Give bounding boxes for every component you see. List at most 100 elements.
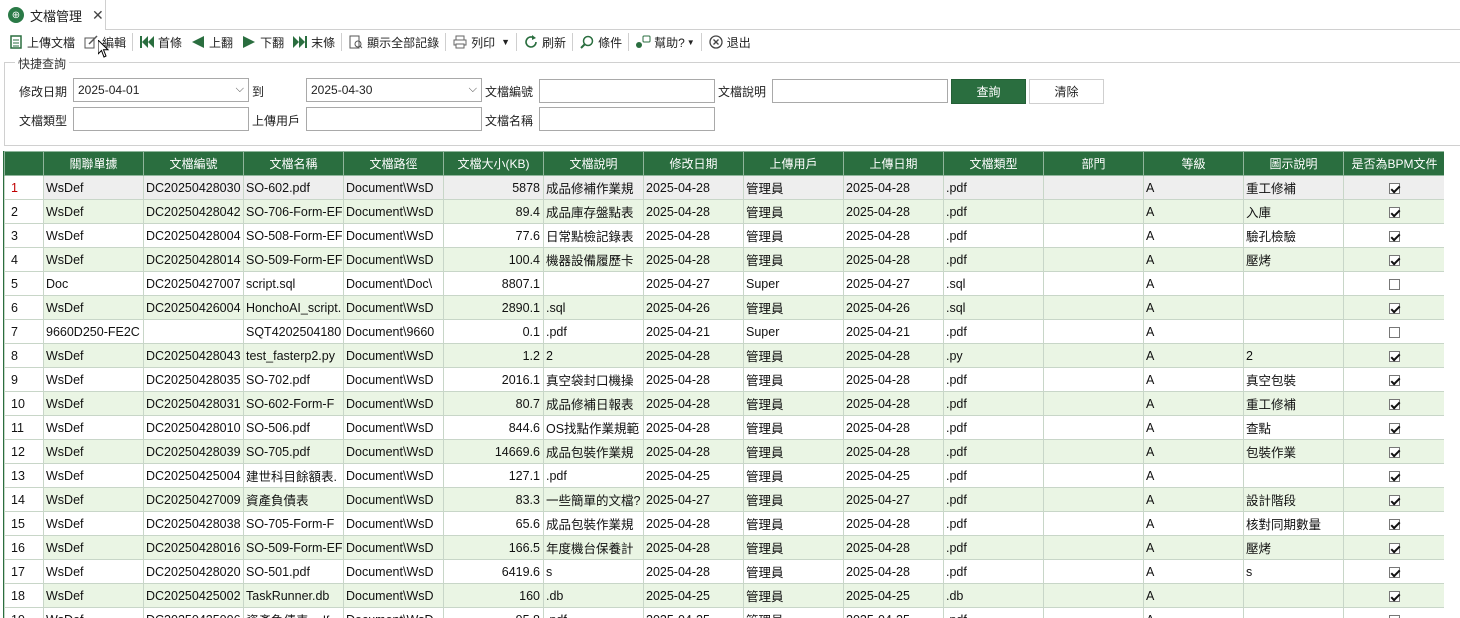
checkbox[interactable] (1389, 326, 1400, 338)
date-to-picker[interactable]: 2025-04-30 ⌵ (306, 78, 482, 102)
checkbox[interactable] (1389, 470, 1400, 482)
table-cell: A (1143, 463, 1244, 488)
checkbox[interactable] (1389, 254, 1400, 266)
checkbox[interactable] (1389, 494, 1400, 506)
column-header[interactable]: 修改日期 (643, 151, 744, 176)
doc-name-input[interactable] (539, 107, 715, 131)
upload-document-button[interactable]: 上傳文檔 (4, 31, 79, 53)
checkbox[interactable] (1389, 206, 1400, 218)
next-button[interactable]: 下翻 (237, 31, 288, 53)
table-row[interactable]: 2 WsDef DC20250428042 SO-706-Form-EF Documen… (4, 199, 1444, 224)
show-all-records-button[interactable]: 顯示全部記錄 (344, 31, 443, 53)
condition-button[interactable]: 條件 (575, 31, 626, 53)
query-button[interactable]: 查詢 (951, 79, 1026, 104)
clear-button[interactable]: 清除 (1029, 79, 1104, 104)
first-record-button[interactable]: 首條 (135, 31, 186, 53)
bpm-checkbox-cell[interactable] (1343, 343, 1444, 368)
bpm-checkbox-cell[interactable] (1343, 487, 1444, 512)
close-icon[interactable]: ✕ (92, 7, 104, 24)
bpm-checkbox-cell[interactable] (1343, 559, 1444, 584)
table-row[interactable]: 16 WsDef DC20250428016 SO-509-Form-EF Docume… (4, 535, 1444, 560)
checkbox[interactable] (1389, 518, 1400, 530)
column-header[interactable]: 文檔說明 (543, 151, 644, 176)
checkbox[interactable] (1389, 422, 1400, 434)
exit-button[interactable]: 退出 (704, 31, 755, 53)
column-header[interactable]: 是否為BPM文件 (1343, 151, 1444, 176)
checkbox[interactable] (1389, 302, 1400, 314)
checkbox[interactable] (1389, 566, 1400, 578)
doc-no-input[interactable] (539, 79, 715, 103)
table-row[interactable]: 17 WsDef DC20250428020 SO-501.pdf Document\W… (4, 559, 1444, 584)
column-header[interactable]: 上傳日期 (843, 151, 944, 176)
bpm-checkbox-cell[interactable] (1343, 295, 1444, 320)
column-header[interactable]: 圖示說明 (1243, 151, 1344, 176)
last-record-button[interactable]: 末條 (288, 31, 339, 53)
column-header[interactable]: 上傳用戶 (743, 151, 844, 176)
table-row[interactable]: 9 WsDef DC20250428035 SO-702.pdf Document\Ws… (4, 367, 1444, 392)
bpm-checkbox-cell[interactable] (1343, 439, 1444, 464)
column-header[interactable]: 文檔類型 (943, 151, 1044, 176)
bpm-checkbox-cell[interactable] (1343, 271, 1444, 296)
column-header[interactable]: 文檔名稱 (243, 151, 344, 176)
table-cell: A (1143, 367, 1244, 392)
previous-button[interactable]: 上翻 (186, 31, 237, 53)
print-button[interactable]: 列印 ▼ (448, 31, 514, 53)
table-row[interactable]: 8 WsDef DC20250428043 test_fasterp2.py Docum… (4, 343, 1444, 368)
doc-type-input[interactable] (73, 107, 249, 131)
table-row[interactable]: 3 WsDef DC20250428004 SO-508-Form-EF Documen… (4, 223, 1444, 248)
date-from-picker[interactable]: 2025-04-01 ⌵ (73, 78, 249, 102)
table-cell (1243, 319, 1344, 344)
bpm-checkbox-cell[interactable] (1343, 367, 1444, 392)
bpm-checkbox-cell[interactable] (1343, 391, 1444, 416)
checkbox[interactable] (1389, 374, 1400, 386)
checkbox[interactable] (1389, 446, 1400, 458)
bpm-checkbox-cell[interactable] (1343, 511, 1444, 536)
table-cell: s (543, 559, 644, 584)
bpm-checkbox-cell[interactable] (1343, 415, 1444, 440)
bpm-checkbox-cell[interactable] (1343, 463, 1444, 488)
table-cell: 2025-04-28 (643, 559, 744, 584)
table-cell: 成品包裝作業規 (543, 511, 644, 536)
bpm-checkbox-cell[interactable] (1343, 535, 1444, 560)
table-row[interactable]: 5 Doc DC20250427007 script.sql Document\Doc\… (4, 271, 1444, 296)
bpm-checkbox-cell[interactable] (1343, 175, 1444, 200)
bpm-checkbox-cell[interactable] (1343, 199, 1444, 224)
table-cell: WsDef (43, 367, 144, 392)
table-row[interactable]: 18 WsDef DC20250425002 TaskRunner.db Documen… (4, 583, 1444, 608)
checkbox[interactable] (1389, 590, 1400, 602)
doc-desc-input[interactable] (772, 79, 948, 103)
checkbox[interactable] (1389, 182, 1400, 194)
checkbox[interactable] (1389, 350, 1400, 362)
tab-document-management[interactable]: ⊕ 文檔管理 ✕ (0, 0, 106, 30)
table-cell: 166.5 (443, 535, 544, 560)
bpm-checkbox-cell[interactable] (1343, 319, 1444, 344)
bpm-checkbox-cell[interactable] (1343, 223, 1444, 248)
column-header[interactable]: 文檔路徑 (343, 151, 444, 176)
column-header[interactable]: 文檔大小(KB) (443, 151, 544, 176)
column-header[interactable]: 等級 (1143, 151, 1244, 176)
column-header[interactable]: 關聯單據 (43, 151, 144, 176)
table-row[interactable]: 6 WsDef DC20250426004 HonchoAI_script. Docum… (4, 295, 1444, 320)
checkbox[interactable] (1389, 230, 1400, 242)
table-row[interactable]: 13 WsDef DC20250425004 建世科目餘額表. Document\WsD… (4, 463, 1444, 488)
checkbox[interactable] (1389, 398, 1400, 410)
table-row[interactable]: 14 WsDef DC20250427009 資產負債表 Document\WsD 83.… (4, 487, 1444, 512)
table-row[interactable]: 15 WsDef DC20250428038 SO-705-Form-F Documen… (4, 511, 1444, 536)
refresh-button[interactable]: 刷新 (519, 31, 570, 53)
bpm-checkbox-cell[interactable] (1343, 247, 1444, 272)
help-button[interactable]: 幫助? ▼ (631, 31, 699, 53)
checkbox[interactable] (1389, 278, 1400, 290)
column-header[interactable]: 部門 (1043, 151, 1144, 176)
upload-user-input[interactable] (306, 107, 482, 131)
table-row[interactable]: 7 9660D250-FE2C SQT4202504180 Document\9660… (4, 319, 1444, 344)
checkbox[interactable] (1389, 542, 1400, 554)
bpm-checkbox-cell[interactable] (1343, 607, 1444, 618)
table-row[interactable]: 12 WsDef DC20250428039 SO-705.pdf Document\W… (4, 439, 1444, 464)
table-row[interactable]: 19WsDefDC20250425006資產負債表.pdfDocument\Ws… (4, 607, 1444, 618)
bpm-checkbox-cell[interactable] (1343, 583, 1444, 608)
table-row[interactable]: 10 WsDef DC20250428031 SO-602-Form-F Documen… (4, 391, 1444, 416)
table-row[interactable]: 1 WsDef DC20250428030 SO-602.pdf Document\Ws… (4, 175, 1444, 200)
table-row[interactable]: 4 WsDef DC20250428014 SO-509-Form-EF Documen… (4, 247, 1444, 272)
column-header[interactable]: 文檔編號 (143, 151, 244, 176)
table-row[interactable]: 11 WsDef DC20250428010 SO-506.pdf Document\W… (4, 415, 1444, 440)
